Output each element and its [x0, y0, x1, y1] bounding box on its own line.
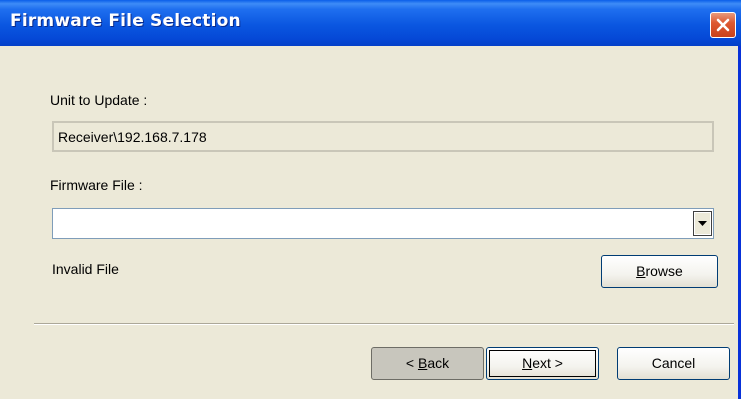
dialog-window: Firmware File Selection Unit to Update :…	[0, 0, 741, 399]
firmware-dropdown-button[interactable]	[693, 211, 712, 236]
next-button[interactable]: Next >	[486, 347, 599, 380]
firmware-label: Firmware File :	[50, 177, 143, 193]
cancel-button[interactable]: Cancel	[617, 347, 730, 380]
back-button[interactable]: < Back	[371, 347, 484, 380]
close-icon	[716, 18, 730, 32]
unit-value: Receiver\192.168.7.178	[58, 129, 207, 145]
browse-button[interactable]: Browse	[601, 255, 718, 288]
close-button[interactable]	[710, 12, 736, 38]
back-accesskey: B	[417, 355, 428, 371]
window-title: Firmware File Selection	[10, 11, 241, 31]
title-bar[interactable]: Firmware File Selection	[0, 0, 741, 46]
chevron-down-icon	[698, 221, 707, 226]
unit-field: Receiver\192.168.7.178	[52, 121, 714, 152]
back-label: ack	[427, 355, 450, 371]
browse-label: rowse	[645, 263, 683, 279]
status-text: Invalid File	[52, 261, 119, 277]
separator	[34, 323, 734, 325]
firmware-file-combobox[interactable]	[52, 208, 714, 239]
next-label: ext >	[532, 355, 563, 371]
back-prefix: <	[405, 355, 418, 371]
cancel-label: Cancel	[651, 355, 696, 371]
next-accesskey: N	[522, 355, 533, 371]
unit-label: Unit to Update :	[50, 92, 148, 108]
